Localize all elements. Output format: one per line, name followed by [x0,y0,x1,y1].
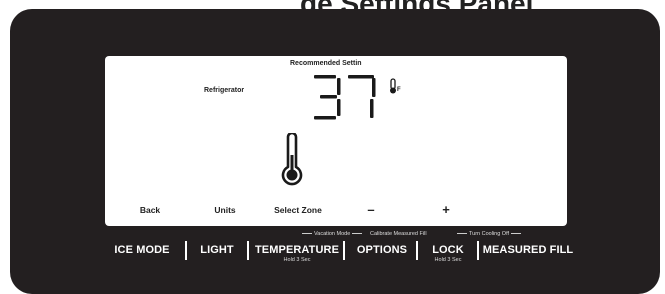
select-zone-softkey[interactable]: Select Zone [274,205,322,215]
temperature-hold-label: Hold 3 Sec [283,257,311,263]
separator [247,241,249,260]
unit-label: F [397,87,401,93]
thermometer-icon [281,133,303,186]
hint-line [352,233,363,235]
calibrate-hint: Calibrate Measured Fill [370,231,427,237]
hint-line [457,233,467,235]
light-button[interactable]: LIGHT [200,242,234,258]
measured-fill-button[interactable]: MEASURED FILL [483,242,574,258]
units-softkey[interactable]: Units [214,205,235,215]
vacation-mode-hint: Vacation Mode [300,231,364,237]
lock-button[interactable]: LOCK [432,242,464,258]
zone-label: Refrigerator [204,87,245,94]
hint-line [302,233,312,235]
digit-7 [348,75,376,118]
plus-softkey[interactable]: + [442,202,450,217]
options-button[interactable]: OPTIONS [357,242,407,258]
minus-softkey[interactable]: – [367,202,374,217]
temperature-readout: 37 [308,73,376,120]
recommended-setting-label: Recommended Settin [290,60,362,67]
separator [416,241,418,260]
hint-line [511,233,522,235]
ice-mode-button[interactable]: ICE MODE [114,242,169,258]
temperature-button[interactable]: TEMPERATURE [255,242,339,258]
separator [343,241,345,260]
separator [477,241,479,260]
back-softkey[interactable]: Back [140,205,160,215]
digit-3 [314,75,341,120]
turn-cooling-off-hint: Turn Cooling Off [455,231,523,237]
separator [185,241,187,260]
lock-hold-label: Hold 3 Sec [434,257,462,263]
svg-text:37: 37 [308,73,310,74]
